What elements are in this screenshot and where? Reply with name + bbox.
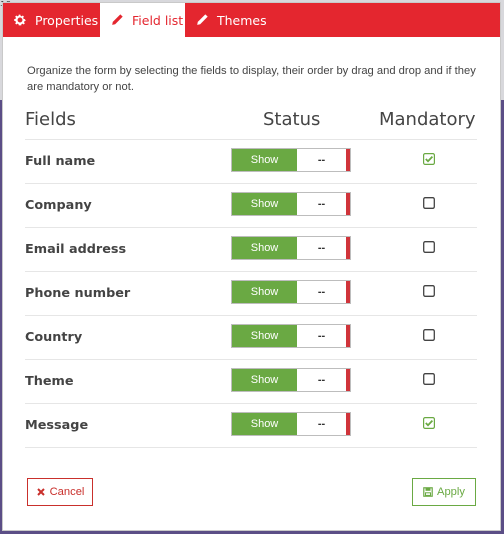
status-hide-option[interactable]: -- (297, 281, 350, 303)
mandatory-checkbox-checked[interactable] (423, 417, 435, 429)
status-hide-option[interactable]: -- (297, 193, 350, 215)
tab-properties[interactable]: Properties (3, 3, 99, 37)
mandatory-checkbox[interactable] (423, 285, 435, 297)
field-label: Message (25, 418, 89, 433)
column-header-mandatory: Mandatory (379, 109, 476, 130)
cancel-button[interactable]: Cancel (27, 478, 93, 506)
tab-field-list[interactable]: Field list (100, 3, 185, 37)
column-header-fields: Fields (25, 109, 76, 130)
status-show-option[interactable]: Show (232, 369, 297, 391)
status-toggle[interactable]: Show -- (231, 192, 351, 216)
field-label: Email address (25, 242, 127, 257)
cancel-button-label: Cancel (49, 486, 85, 498)
mandatory-checkbox[interactable] (423, 241, 435, 253)
apply-button-label: Apply (437, 486, 465, 498)
close-icon (36, 487, 46, 497)
status-toggle[interactable]: Show -- (231, 368, 351, 392)
row-divider (25, 227, 477, 228)
column-header-status: Status (263, 109, 321, 130)
field-label: Country (25, 330, 83, 345)
status-toggle[interactable]: Show -- (231, 412, 351, 436)
apply-button[interactable]: Apply (412, 478, 476, 506)
status-hide-option[interactable]: -- (297, 369, 350, 391)
tab-field-list-label: Field list (132, 12, 184, 28)
row-divider (25, 315, 477, 316)
tab-themes-label: Themes (217, 12, 267, 28)
status-show-option[interactable]: Show (232, 325, 297, 347)
tab-themes[interactable]: Themes (185, 3, 275, 37)
mandatory-checkbox[interactable] (423, 373, 435, 385)
status-show-option[interactable]: Show (232, 413, 297, 435)
field-label: Company (25, 198, 92, 213)
row-divider (25, 271, 477, 272)
field-label: Full name (25, 154, 96, 169)
tab-properties-label: Properties (35, 12, 99, 28)
status-toggle[interactable]: Show -- (231, 324, 351, 348)
status-toggle[interactable]: Show -- (231, 148, 351, 172)
row-divider (25, 447, 477, 448)
mandatory-checkbox[interactable] (423, 329, 435, 341)
tab-bar: Properties Field list Themes (3, 3, 500, 37)
save-icon (423, 487, 433, 497)
status-show-option[interactable]: Show (232, 281, 297, 303)
status-toggle[interactable]: Show -- (231, 280, 351, 304)
row-divider (25, 359, 477, 360)
form-settings-dialog: Properties Field list Themes Organize th… (2, 2, 501, 531)
row-divider (25, 139, 477, 140)
status-show-option[interactable]: Show (232, 237, 297, 259)
mandatory-checkbox[interactable] (423, 197, 435, 209)
status-hide-option[interactable]: -- (297, 237, 350, 259)
intro-text: Organize the form by selecting the field… (27, 65, 476, 93)
mandatory-checkbox-checked[interactable] (423, 153, 435, 165)
row-divider (25, 183, 477, 184)
field-label: Phone number (25, 286, 131, 301)
status-hide-option[interactable]: -- (297, 413, 350, 435)
pencil-icon (110, 13, 124, 27)
row-divider (25, 403, 477, 404)
status-show-option[interactable]: Show (232, 193, 297, 215)
status-toggle[interactable]: Show -- (231, 236, 351, 260)
status-show-option[interactable]: Show (232, 149, 297, 171)
gear-icon (13, 13, 27, 27)
pencil-icon (195, 13, 209, 27)
status-hide-option[interactable]: -- (297, 325, 350, 347)
status-hide-option[interactable]: -- (297, 149, 350, 171)
field-label: Theme (25, 374, 74, 389)
